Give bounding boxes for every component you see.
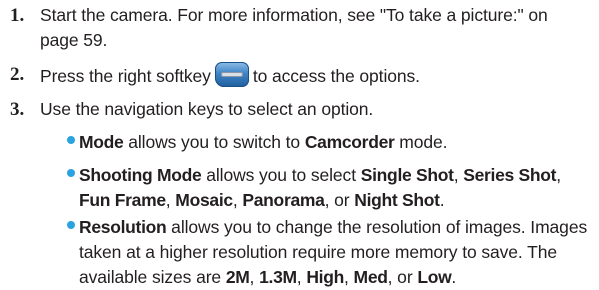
option-text: , [165, 190, 176, 210]
option-text: , [296, 267, 307, 287]
right-softkey-icon [214, 62, 249, 87]
option-text: allows you to select [201, 165, 361, 185]
option-keyword: Fun Frame [79, 190, 166, 210]
option-text: . [439, 190, 445, 210]
option-text: mode. [394, 132, 448, 152]
step-text: Use the navigation keys to select an opt… [40, 99, 374, 119]
option-keyword: Mode [79, 132, 124, 152]
bullet-dot [67, 136, 75, 144]
option-text: , [453, 165, 464, 185]
option-text: , or [387, 267, 418, 287]
option-keyword: 1.3M [259, 267, 297, 287]
step-number: 2. [10, 64, 25, 85]
step-text: Press the right softkey to access the opt… [40, 62, 580, 89]
option-keyword: Camcorder [304, 132, 395, 152]
bullet-text: Resolution allows you to change the reso… [79, 215, 589, 290]
option-keyword: Panorama [242, 190, 325, 210]
option-keyword: High [306, 267, 345, 287]
option-text: , or [324, 190, 355, 210]
option-keyword: Single Shot [360, 165, 454, 185]
option-keyword: 2M [225, 267, 250, 287]
step-number: 1. [10, 5, 25, 26]
option-text: , [556, 165, 561, 185]
option-text: allows you to switch to [123, 132, 305, 152]
option-text: . [451, 267, 457, 287]
manual-page: 1. Start the camera. For more informatio… [0, 0, 599, 287]
option-keyword: Med [353, 267, 388, 287]
option-text: , [232, 190, 243, 210]
option-keyword: Low [417, 267, 452, 287]
option-text: , [249, 267, 260, 287]
step-number: 3. [10, 99, 25, 120]
option-keyword: Shooting Mode [79, 165, 202, 185]
step-text: Start the camera. For more information, … [40, 5, 548, 50]
option-keyword: Series Shot [463, 165, 557, 185]
bullet-text: Shooting Mode allows you to select Singl… [79, 163, 589, 213]
bullet-dot [67, 221, 75, 229]
bullet-dot [67, 169, 75, 177]
bullet-text: Mode allows you to switch to Camcorder m… [79, 130, 589, 155]
step-text-after: to access the options. [252, 66, 420, 86]
option-keyword: Resolution [79, 217, 167, 237]
step-text-before: Press the right softkey [40, 66, 211, 86]
option-text: , [344, 267, 354, 287]
option-keyword: Mosaic [175, 190, 233, 210]
option-keyword: Night Shot [354, 190, 440, 210]
